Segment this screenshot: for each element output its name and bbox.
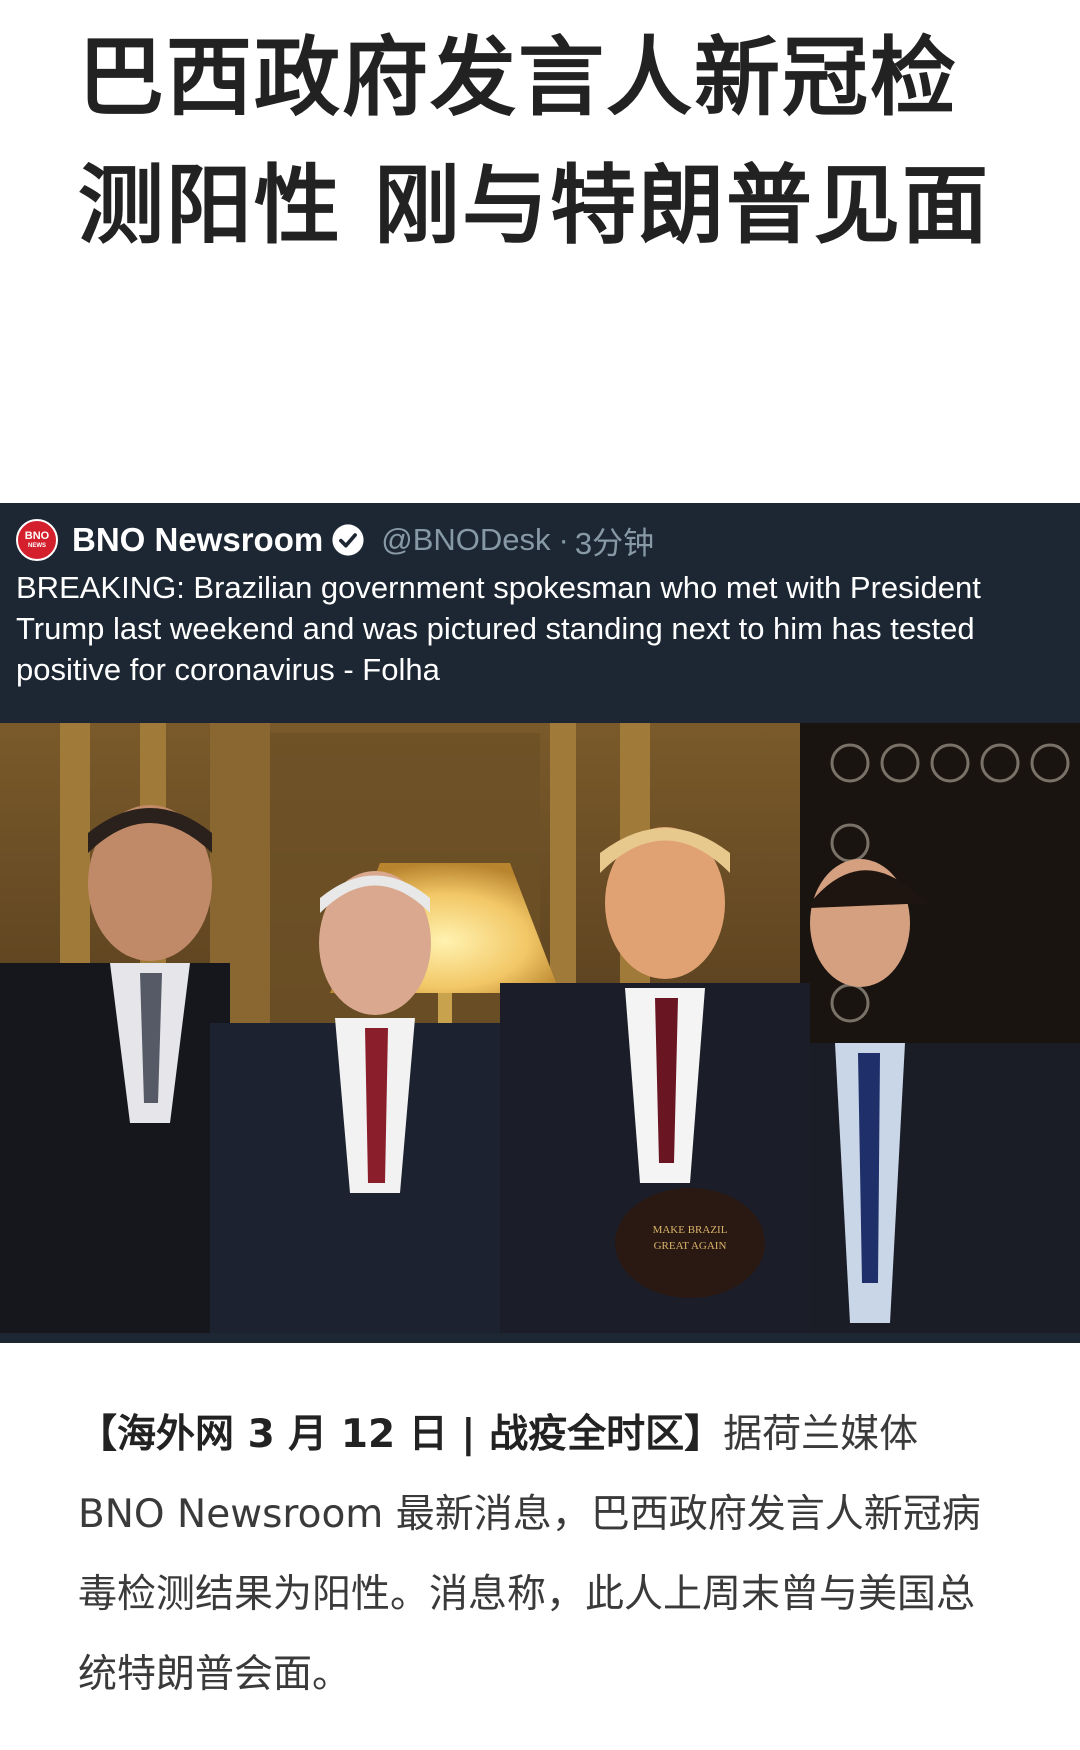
verified-badge-icon [332, 524, 364, 556]
tweet-handle: @BNODesk [381, 522, 551, 557]
article-body: 【海外网 3 月 12 日 | 战疫全时区】据荷兰媒体 BNO Newsroom… [78, 1395, 1008, 1715]
article-lead: 【海外网 3 月 12 日 | 战疫全时区】 [78, 1412, 724, 1457]
tweet-header: BNO NEWS BNO Newsroom @BNODesk · 3分钟 [16, 511, 654, 569]
hat-text-line1: MAKE BRAZIL [653, 1224, 728, 1236]
tweet-author-name: BNO Newsroom [72, 521, 324, 558]
logo-line1: BNO [24, 530, 50, 542]
hat-text-line2: GREAT AGAIN [654, 1240, 727, 1252]
bno-news-logo: BNO NEWS [16, 519, 58, 561]
tweet-timestamp: 3分钟 [574, 525, 655, 561]
tweet-photo: MAKE BRAZIL GREAT AGAIN [0, 723, 1080, 1333]
article-headline: 巴西政府发言人新冠检测阳性 刚与特朗普见面 [78, 28, 990, 256]
group-photo-illustration: MAKE BRAZIL GREAT AGAIN [0, 723, 1080, 1333]
tweet-text: BREAKING: Brazilian government spokesman… [16, 570, 981, 687]
embedded-tweet: BNO NEWS BNO Newsroom @BNODesk · 3分钟 BRE… [0, 503, 1080, 1343]
tweet-separator: · [558, 522, 569, 557]
logo-line2: NEWS [28, 543, 46, 549]
